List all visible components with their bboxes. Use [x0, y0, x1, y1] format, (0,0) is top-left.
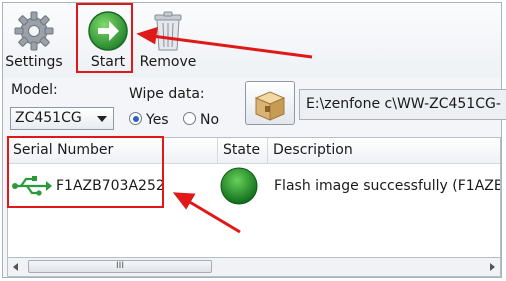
annotation-arrow-serial — [187, 199, 241, 234]
annotation-arrow-start — [151, 34, 313, 59]
annotation-arrowhead-serial — [172, 192, 196, 210]
annotation-arrows — [136, 26, 313, 234]
annotation-arrowhead-start — [136, 26, 158, 45]
